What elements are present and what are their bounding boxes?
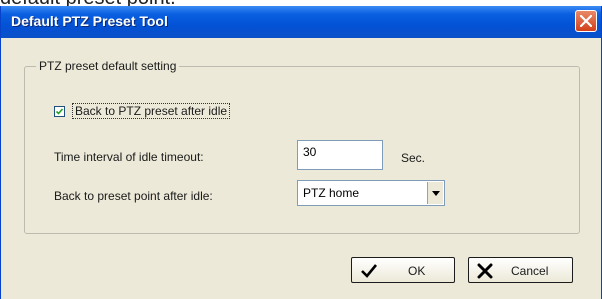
idle-timeout-unit: Sec.: [401, 151, 426, 165]
x-icon: [477, 263, 493, 279]
back-to-preset-checkbox[interactable]: [54, 106, 65, 117]
ok-button[interactable]: OK: [351, 257, 455, 283]
ok-button-label: OK: [408, 264, 426, 278]
idle-timeout-label: Time interval of idle timeout:: [54, 150, 204, 164]
chevron-down-icon: [432, 191, 440, 196]
title-bar[interactable]: Default PTZ Preset Tool: [1, 6, 601, 38]
idle-timeout-input[interactable]: 30: [297, 140, 383, 170]
dialog-title: Default PTZ Preset Tool: [11, 13, 168, 29]
checkmark-icon: [361, 264, 378, 278]
checkmark-icon: [55, 108, 64, 115]
preset-point-label: Back to preset point after idle:: [54, 189, 213, 203]
back-to-preset-label[interactable]: Back to PTZ preset after idle: [72, 103, 231, 119]
close-icon: [580, 15, 592, 27]
dropdown-arrow-button[interactable]: [427, 182, 443, 204]
group-title: PTZ preset default setting: [36, 59, 180, 73]
cancel-button[interactable]: Cancel: [468, 257, 573, 283]
preset-point-select[interactable]: PTZ home: [297, 180, 445, 206]
preset-point-value: PTZ home: [303, 186, 360, 200]
cancel-button-label: Cancel: [511, 264, 549, 278]
close-button[interactable]: [575, 10, 597, 32]
